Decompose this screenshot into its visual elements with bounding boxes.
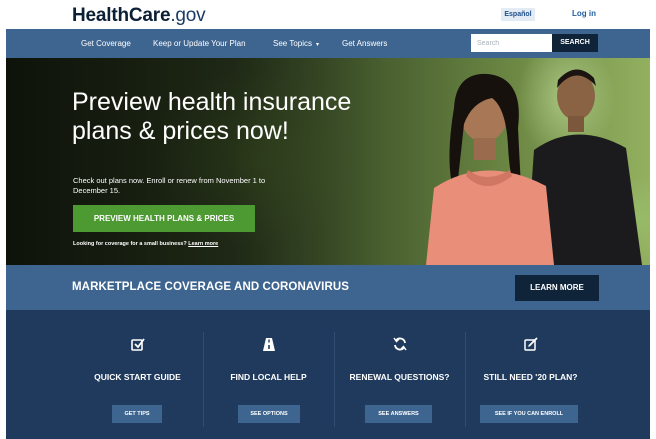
nav-item-get-answers[interactable]: Get Answers [342, 39, 387, 48]
language-toggle-button[interactable]: Español [501, 8, 535, 21]
see-options-button[interactable]: SEE OPTIONS [238, 405, 300, 423]
login-link[interactable]: Log in [572, 9, 596, 18]
quick-link-title: QUICK START GUIDE [94, 372, 181, 382]
nav-item-see-topics[interactable]: See Topics ▾ [273, 39, 319, 48]
nav-item-get-coverage[interactable]: Get Coverage [81, 39, 131, 48]
quick-link-still-need-plan: STILL NEED '20 PLAN? SEE IF YOU CAN ENRO… [465, 310, 596, 439]
preview-plans-button[interactable]: PREVIEW HEALTH PLANS & PRICES [73, 205, 255, 232]
main-nav: Get Coverage Keep or Update Your Plan Se… [6, 29, 650, 58]
quick-link-title: FIND LOCAL HELP [230, 372, 307, 382]
quick-link-title: STILL NEED '20 PLAN? [483, 372, 578, 382]
coronavirus-banner: MARKETPLACE COVERAGE AND CORONAVIRUS LEA… [6, 265, 650, 310]
site-header: HealthCare.gov Español Log in [0, 0, 656, 29]
chevron-down-icon: ▾ [316, 42, 320, 48]
quick-link-title: RENEWAL QUESTIONS? [349, 372, 450, 382]
see-if-you-can-enroll-button[interactable]: SEE IF YOU CAN ENROLL [480, 405, 578, 423]
logo-care: Care [128, 5, 171, 26]
hero-people-image [426, 69, 642, 265]
small-business-text: Looking for coverage for a small busines… [73, 241, 187, 247]
coronavirus-banner-title: MARKETPLACE COVERAGE AND CORONAVIRUS [72, 281, 350, 293]
healthcare-gov-logo[interactable]: HealthCare.gov [72, 5, 206, 27]
small-business-note: Looking for coverage for a small busines… [73, 241, 218, 247]
nav-item-keep-or-update[interactable]: Keep or Update Your Plan [153, 39, 246, 48]
road-icon [203, 336, 334, 357]
checkbox-icon [72, 336, 203, 357]
learn-more-button[interactable]: LEARN MORE [515, 275, 599, 301]
hero-title: Preview health insurance plans & prices … [72, 88, 352, 145]
refresh-icon [334, 336, 465, 357]
hero-description: Check out plans now. Enroll or renew fro… [73, 176, 266, 195]
nav-item-see-topics-label: See Topics [273, 39, 312, 48]
hero-banner: Preview health insurance plans & prices … [6, 58, 650, 265]
see-answers-button[interactable]: SEE ANSWERS [365, 405, 432, 423]
quick-links-section: QUICK START GUIDE GET TIPS FIND LOCAL HE… [6, 310, 650, 439]
search-button[interactable]: SEARCH [552, 34, 598, 52]
search-input[interactable] [471, 34, 552, 52]
logo-gov: .gov [170, 5, 206, 26]
edit-icon [465, 336, 596, 357]
learn-more-link[interactable]: Learn more [188, 241, 218, 247]
quick-link-local-help: FIND LOCAL HELP SEE OPTIONS [203, 310, 334, 439]
quick-link-renewal: RENEWAL QUESTIONS? SEE ANSWERS [334, 310, 465, 439]
logo-health: Health [72, 5, 129, 26]
get-tips-button[interactable]: GET TIPS [112, 405, 162, 423]
quick-link-quick-start: QUICK START GUIDE GET TIPS [72, 310, 203, 439]
